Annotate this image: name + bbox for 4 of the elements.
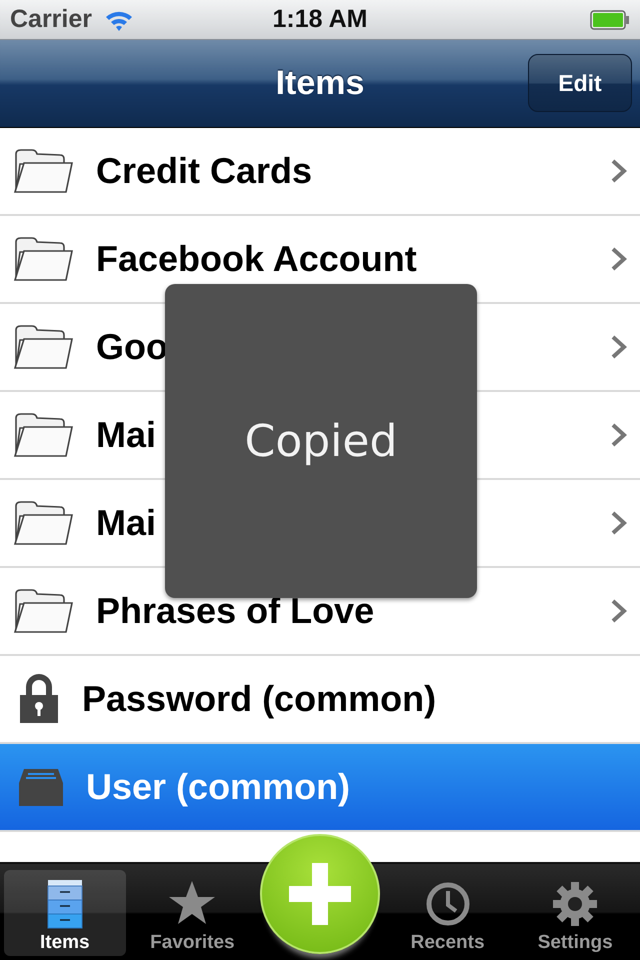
toast-message: Copied — [244, 416, 398, 466]
carrier-name: Carrier — [10, 5, 92, 34]
clock-time: 1:18 AM — [272, 5, 368, 33]
nav-title: Items — [276, 64, 364, 103]
